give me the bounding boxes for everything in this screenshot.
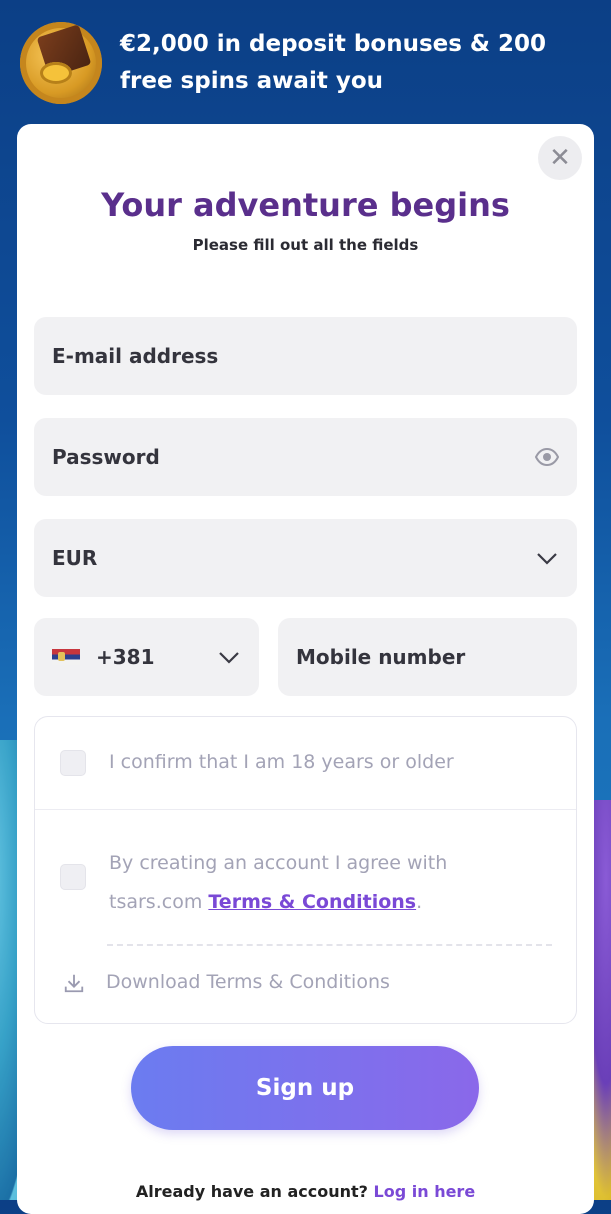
close-button[interactable]: ✕ bbox=[538, 136, 582, 180]
consent-box: I confirm that I am 18 years or older By… bbox=[34, 716, 577, 1024]
terms-checkbox[interactable] bbox=[60, 864, 86, 890]
modal-title: Your adventure begins bbox=[101, 186, 510, 224]
signup-button[interactable]: Sign up bbox=[131, 1046, 479, 1130]
country-code-select[interactable]: +381 bbox=[34, 618, 259, 696]
divider bbox=[107, 944, 552, 946]
download-icon[interactable] bbox=[63, 972, 85, 994]
chevron-down-icon bbox=[219, 652, 239, 664]
password-field[interactable]: Password bbox=[34, 418, 577, 496]
download-terms-link[interactable]: Download Terms & Conditions bbox=[106, 971, 390, 993]
close-icon: ✕ bbox=[549, 143, 571, 173]
chevron-down-icon bbox=[537, 553, 557, 565]
terms-suffix: . bbox=[416, 891, 423, 913]
login-prompt: Already have an account? Log in here bbox=[17, 1182, 594, 1201]
currency-select[interactable]: EUR bbox=[34, 519, 577, 597]
promo-line-1: €2,000 in deposit bonuses & 200 bbox=[120, 31, 547, 57]
login-prompt-text: Already have an account? bbox=[135, 1182, 368, 1201]
terms-label: By creating an account I agree with tsar… bbox=[109, 844, 529, 922]
serbia-flag-icon bbox=[52, 649, 80, 665]
signup-modal: ✕ Your adventure begins Please fill out … bbox=[17, 124, 594, 1214]
promo-banner: €2,000 in deposit bonuses & 200 free spi… bbox=[20, 18, 591, 108]
mobile-placeholder: Mobile number bbox=[296, 645, 466, 669]
login-link[interactable]: Log in here bbox=[374, 1182, 476, 1201]
treasure-chest-icon bbox=[20, 22, 102, 104]
password-placeholder: Password bbox=[52, 445, 160, 469]
email-field[interactable]: E-mail address bbox=[34, 317, 577, 395]
eye-icon[interactable] bbox=[535, 445, 559, 469]
age-confirm-checkbox[interactable] bbox=[60, 750, 86, 776]
signup-label: Sign up bbox=[255, 1075, 355, 1101]
currency-value: EUR bbox=[52, 546, 98, 570]
terms-link[interactable]: Terms & Conditions bbox=[208, 891, 416, 913]
age-confirm-label: I confirm that I am 18 years or older bbox=[109, 751, 454, 773]
modal-subtitle: Please fill out all the fields bbox=[192, 236, 419, 254]
mobile-number-field[interactable]: Mobile number bbox=[278, 618, 577, 696]
promo-line-2: free spins await you bbox=[120, 68, 384, 94]
country-code-value: +381 bbox=[96, 645, 155, 669]
promo-text: €2,000 in deposit bonuses & 200 free spi… bbox=[120, 26, 546, 100]
email-placeholder: E-mail address bbox=[52, 344, 219, 368]
